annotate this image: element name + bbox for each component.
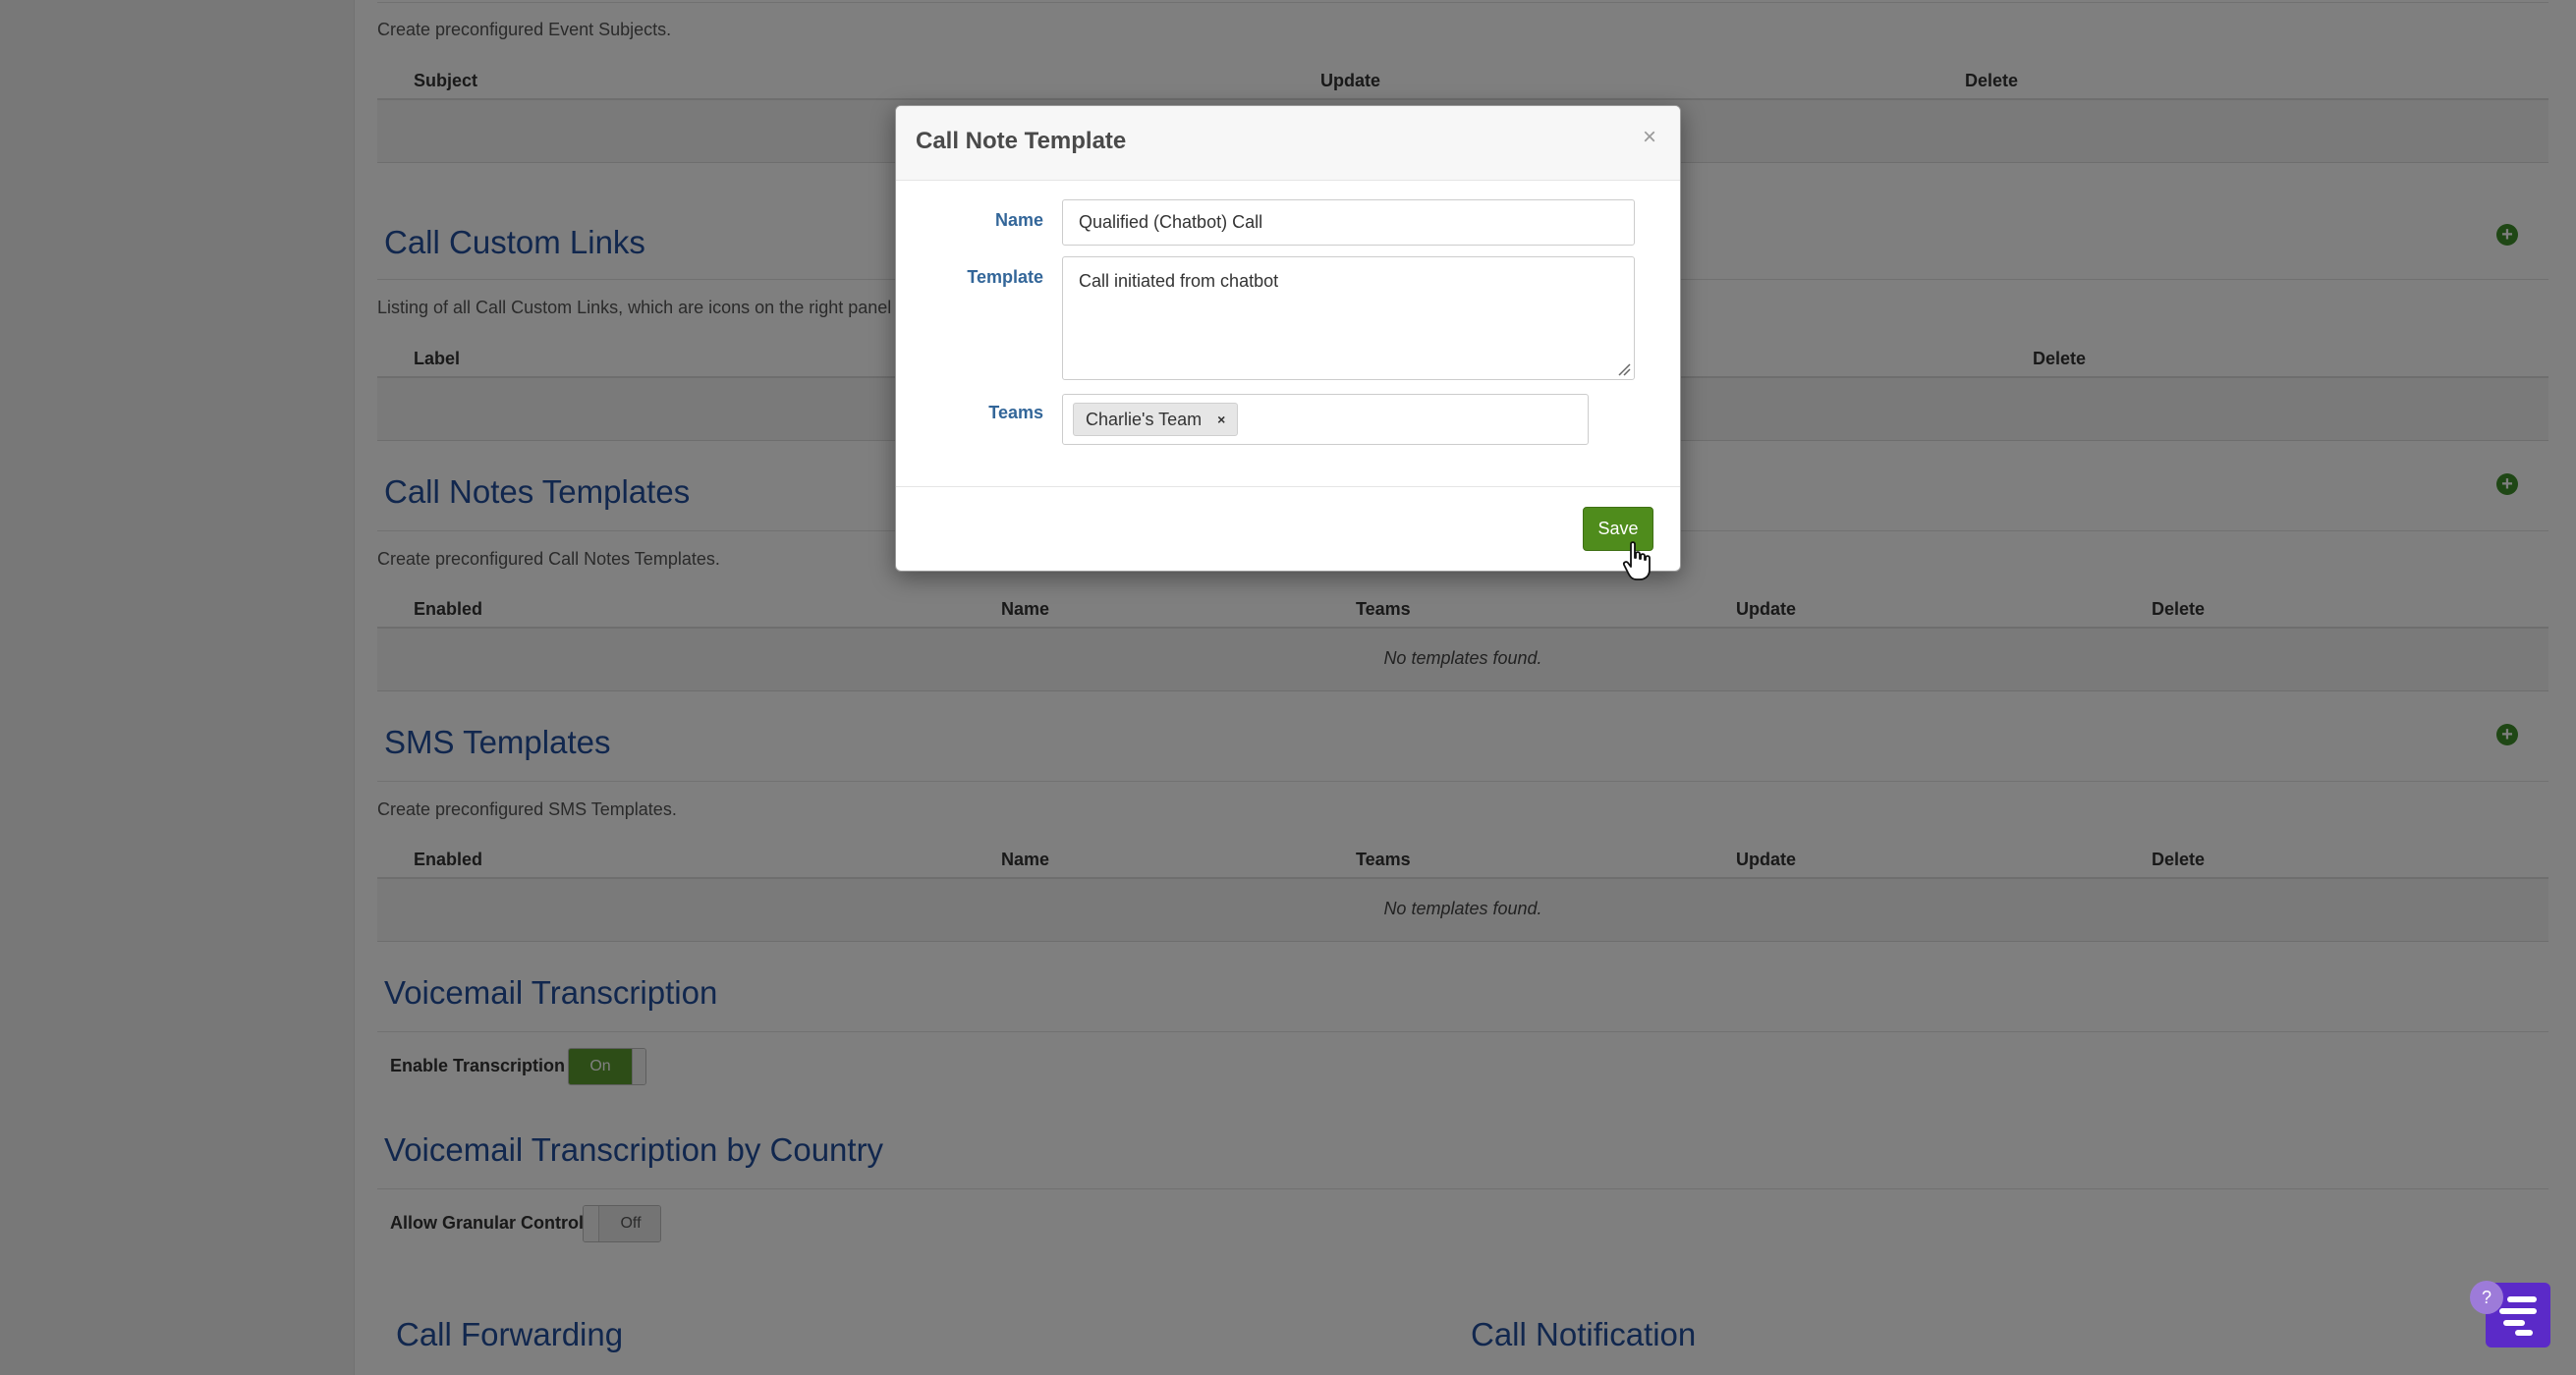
name-label: Name — [994, 210, 1043, 230]
modal-header: Call Note Template × — [896, 106, 1680, 181]
team-tag: Charlie's Team × — [1073, 403, 1239, 436]
modal-footer — [896, 486, 1680, 571]
name-input[interactable]: Qualified (Chatbot) Call — [1062, 199, 1635, 246]
teams-multiselect[interactable]: Charlie's Team × — [1062, 394, 1589, 445]
resize-grip-icon[interactable] — [1617, 362, 1631, 376]
close-icon[interactable]: × — [1643, 124, 1656, 151]
modal-title: Call Note Template — [916, 128, 1127, 154]
hand-pointer-icon — [1622, 541, 1651, 580]
help-button[interactable]: ? — [2470, 1281, 2503, 1314]
remove-tag-icon[interactable]: × — [1217, 412, 1225, 427]
name-input-value: Qualified (Chatbot) Call — [1079, 212, 1263, 232]
template-textarea[interactable]: Call initiated from chatbot — [1062, 256, 1635, 380]
call-note-template-modal: Call Note Template × Name Qualified (Cha… — [895, 105, 1681, 572]
team-tag-label: Charlie's Team — [1086, 409, 1203, 429]
template-label: Template — [967, 267, 1043, 287]
teams-label: Teams — [988, 403, 1043, 422]
template-textarea-value: Call initiated from chatbot — [1079, 271, 1279, 291]
help-question-icon: ? — [2481, 1288, 2492, 1307]
